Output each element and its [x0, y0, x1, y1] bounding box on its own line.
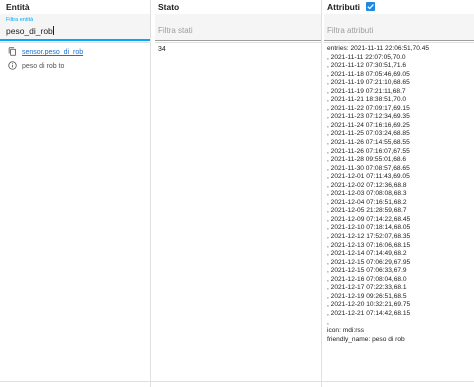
attribute-line: , 2021-12-03 07:08:08,68.3 [327, 190, 407, 198]
attribute-line: , 2021-11-11 22:07:05,70.0 [327, 53, 406, 61]
attribute-line: , 2021-11-28 09:55:01,68.6 [327, 156, 407, 164]
entity-id-row: sensor.peso_di_rob [8, 47, 83, 56]
info-icon[interactable] [8, 61, 17, 70]
entity-filter-label: Filtra entità [6, 17, 34, 23]
attribute-line: , 2021-12-16 07:08:04,68.0 [327, 275, 407, 283]
row-divider [155, 42, 321, 43]
bottom-divider [0, 381, 474, 382]
attribute-line: entries: 2021-11-11 22:06:51,70.45 [327, 45, 430, 52]
attribute-line: , 2021-12-19 09:26:51,68.5 [327, 292, 407, 300]
attribute-line: , 2021-11-26 07:14:55,68.55 [327, 139, 410, 147]
state-filter-input[interactable]: Filtra stati [158, 26, 193, 35]
attribute-line: friendly_name: peso di rob [327, 335, 405, 343]
attribute-line: , 2021-11-18 07:05:46,69.05 [327, 70, 410, 78]
row-divider [0, 42, 150, 43]
text-caret [52, 26, 54, 35]
state-column: Stato Filtra stati 34 [155, 0, 322, 387]
attribute-line: , 2021-12-13 07:16:06,68.15 [327, 241, 411, 249]
attributes-header-label: Attributi [327, 2, 361, 12]
copy-icon[interactable] [8, 47, 17, 56]
state-filter-field[interactable]: Filtra stati [155, 14, 321, 41]
attribute-line: , 2021-12-01 07:11:43,69.05 [327, 173, 410, 181]
attribute-line: , 2021-11-30 07:08:57,68.65 [327, 164, 410, 172]
attribute-line: , 2021-11-25 07:03:24,68.85 [327, 130, 410, 138]
attribute-line: , 2021-12-09 07:14:22,68.45 [327, 215, 411, 223]
attribute-line: , 2021-11-23 07:12:34,69.35 [327, 113, 410, 121]
attribute-line: , 2021-11-22 07:09:17,69.15 [327, 104, 410, 112]
attribute-line: , 2021-12-15 07:06:33,67.9 [327, 267, 407, 275]
attribute-line: , 2021-12-05 21:28:59,68.7 [327, 207, 407, 215]
attributes-column: Attributi Filtra attributi entries: 2021… [324, 0, 474, 387]
attribute-line: icon: mdi:rss [327, 327, 365, 335]
attribute-line: , 2021-12-15 07:06:29,67.95 [327, 258, 411, 266]
entity-id-link[interactable]: sensor.peso_di_rob [22, 49, 83, 56]
attribute-line: , 2021-12-02 07:12:36,68.8 [327, 181, 407, 189]
state-value: 34 [158, 46, 166, 53]
attribute-line: , 2021-11-12 07:30:51,71.6 [327, 62, 407, 70]
attributes-filter-field[interactable]: Filtra attributi [324, 14, 474, 41]
attribute-line: , 2021-11-21 18:38:51,70.0 [327, 96, 407, 104]
entity-filter-input[interactable]: peso_di_rob [6, 26, 54, 36]
entity-friendly-name: peso di rob to [22, 63, 65, 70]
attributes-header: Attributi [324, 0, 474, 14]
attribute-line: , 2021-11-24 07:16:16,69.25 [327, 121, 410, 129]
attribute-line: , 2021-11-19 07:21:11,68.7 [327, 87, 406, 95]
entity-column: Entità Filtra entità peso_di_rob sensor.… [0, 0, 151, 387]
attribute-line: , 2021-12-17 07:22:33,68.1 [327, 284, 407, 292]
attribute-line: , 2021-12-14 07:14:49,68.2 [327, 250, 407, 258]
attribute-line: , 2021-12-12 17:52:07,68.35 [327, 233, 411, 241]
entity-header: Entità [0, 0, 150, 14]
state-header: Stato [155, 0, 321, 14]
entity-filter-field[interactable]: Filtra entità peso_di_rob [0, 14, 150, 41]
attribute-line: , [327, 318, 329, 326]
attributes-text: entries: 2021-11-11 22:06:51,70.45, 2021… [327, 45, 472, 344]
attribute-line: , 2021-12-04 07:16:51,68.2 [327, 198, 407, 206]
row-divider [324, 42, 474, 43]
attribute-line: , 2021-12-21 07:14:42,68.15 [327, 309, 411, 317]
attribute-line: , 2021-12-20 10:32:21,69.75 [327, 301, 411, 309]
entity-info-row: peso di rob to [8, 61, 64, 70]
attribute-line: , 2021-12-10 07:18:14,68.05 [327, 224, 411, 232]
attributes-filter-input[interactable]: Filtra attributi [327, 26, 373, 35]
attribute-line: , 2021-11-26 07:16:07,67.55 [327, 147, 410, 155]
checkbox-checked-icon[interactable] [366, 2, 376, 11]
attribute-line: , 2021-11-19 07:21:10,68.65 [327, 79, 410, 87]
